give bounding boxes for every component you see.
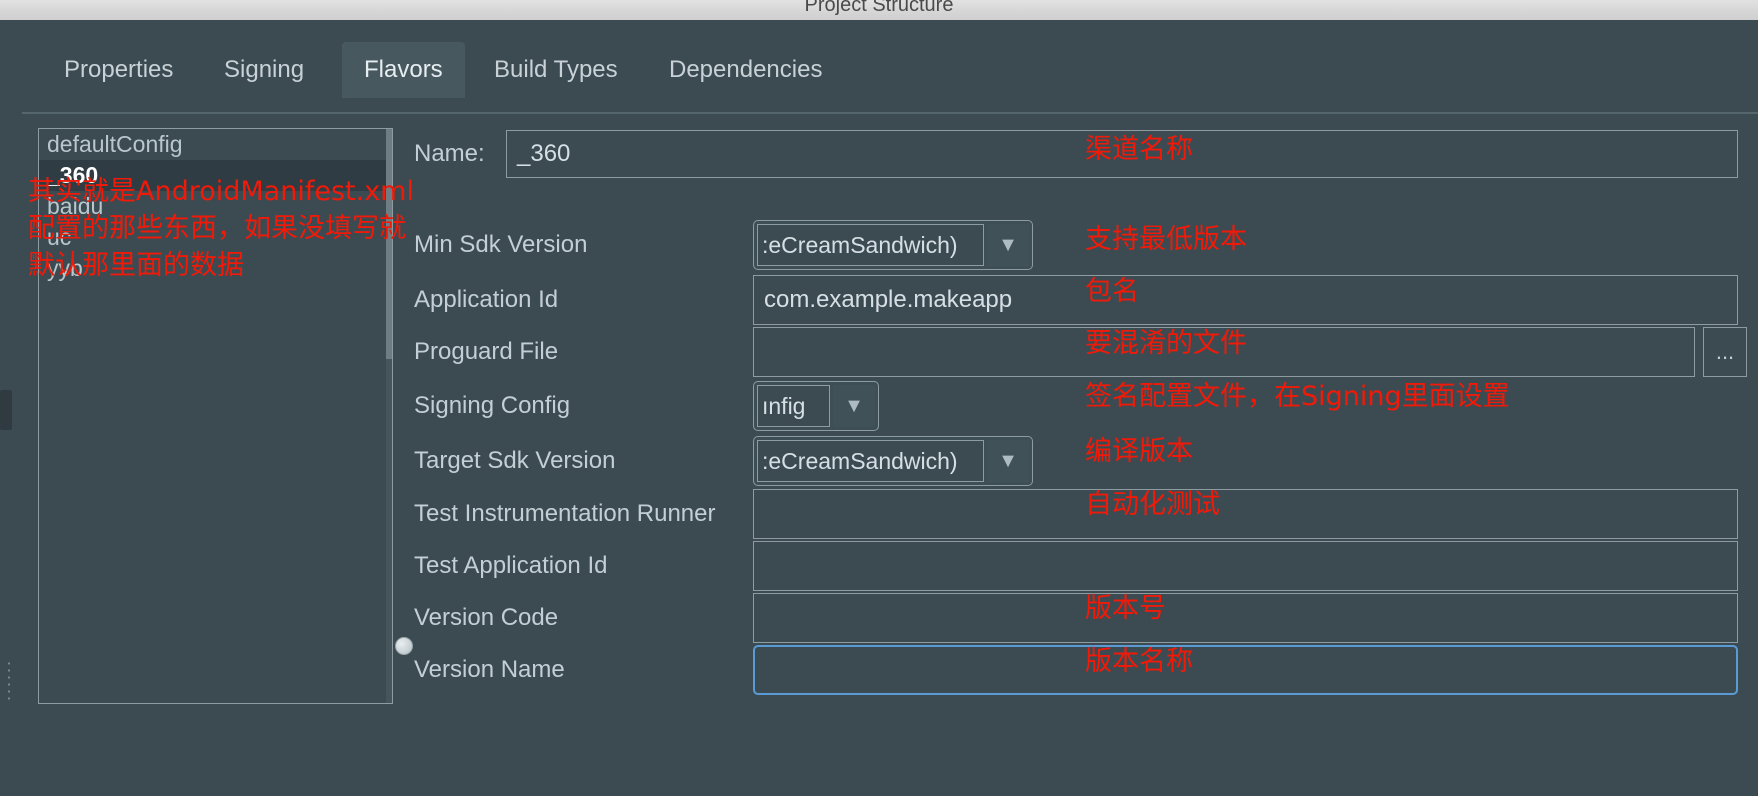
- dialog-body: Properties Signing Flavors Build Types D…: [0, 20, 1758, 776]
- signing-config-label: Signing Config: [414, 380, 570, 432]
- chevron-down-icon[interactable]: ▼: [987, 224, 1029, 266]
- min-sdk-label: Min Sdk Version: [414, 219, 587, 271]
- list-item[interactable]: defaultConfig: [39, 129, 392, 160]
- tab-bar: Properties Signing Flavors Build Types D…: [22, 42, 1758, 112]
- row-application-id: Application Id com.example.makeapp: [408, 274, 1748, 326]
- proguard-browse-button[interactable]: ...: [1703, 327, 1747, 377]
- row-signing-config: Signing Config ınfig ▼: [408, 380, 1748, 432]
- test-application-id-label: Test Application Id: [414, 540, 607, 592]
- annotation-signing-config: 签名配置文件，在Signing里面设置: [1085, 380, 1510, 414]
- tab-build-types[interactable]: Build Types: [472, 42, 640, 98]
- annotation-proguard-file: 要混淆的文件: [1085, 327, 1247, 361]
- chevron-down-icon[interactable]: ▼: [833, 385, 875, 427]
- annotation-test-runner: 自动化测试: [1085, 488, 1220, 522]
- annotation-version-name: 版本名称: [1085, 645, 1193, 679]
- row-name: Name: _360: [408, 128, 1748, 180]
- annotation-min-sdk: 支持最低版本: [1085, 223, 1247, 257]
- row-target-sdk: Target Sdk Version :eCreamSandwich) ▼: [408, 435, 1748, 487]
- row-test-runner: Test Instrumentation Runner: [408, 488, 1748, 540]
- row-proguard-file: Proguard File ...: [408, 326, 1748, 378]
- annotation-application-id: 包名: [1085, 275, 1139, 309]
- flavor-form: Name: _360 Min Sdk Version :eCreamSandwi…: [408, 128, 1748, 796]
- annotation-name: 渠道名称: [1085, 133, 1193, 167]
- tab-signing[interactable]: Signing: [202, 42, 326, 98]
- bottom-strip: [0, 768, 1758, 776]
- window-left-edge: [0, 20, 20, 776]
- tab-flavors[interactable]: Flavors: [342, 42, 465, 98]
- row-min-sdk: Min Sdk Version :eCreamSandwich) ▼: [408, 219, 1748, 271]
- target-sdk-combobox[interactable]: :eCreamSandwich) ▼: [753, 436, 1033, 486]
- signing-config-value[interactable]: ınfig: [757, 385, 830, 427]
- row-test-application-id: Test Application Id: [408, 540, 1748, 592]
- tab-underline: [22, 112, 1758, 114]
- window-title: Project Structure: [0, 0, 1758, 17]
- signing-config-combobox[interactable]: ınfig ▼: [753, 381, 879, 431]
- annotation-target-sdk: 编译版本: [1085, 435, 1193, 469]
- edge-notch: [0, 390, 12, 430]
- version-code-label: Version Code: [414, 592, 558, 644]
- name-label: Name:: [414, 128, 485, 180]
- drag-dots-handle[interactable]: [7, 660, 11, 700]
- test-runner-label: Test Instrumentation Runner: [414, 488, 716, 540]
- row-version-code: Version Code: [408, 592, 1748, 644]
- test-application-id-input[interactable]: [753, 541, 1738, 591]
- target-sdk-label: Target Sdk Version: [414, 435, 615, 487]
- version-name-input[interactable]: [753, 645, 1738, 695]
- chevron-down-icon[interactable]: ▼: [987, 440, 1029, 482]
- annotation-left-line3: 默认那里面的数据: [28, 247, 244, 284]
- annotation-version-code: 版本号: [1085, 592, 1166, 626]
- tab-dependencies[interactable]: Dependencies: [647, 42, 844, 98]
- annotation-left-line1: 其实就是AndroidManifest.xml: [28, 173, 414, 210]
- project-structure-dialog: Project Structure Properties Signing Fla…: [0, 0, 1758, 776]
- min-sdk-combobox[interactable]: :eCreamSandwich) ▼: [753, 220, 1033, 270]
- window-titlebar: Project Structure: [0, 0, 1758, 21]
- annotation-left-line2: 配置的那些东西，如果没填写就: [28, 210, 406, 247]
- target-sdk-value[interactable]: :eCreamSandwich): [757, 440, 984, 482]
- tab-properties[interactable]: Properties: [42, 42, 195, 98]
- version-code-input[interactable]: [753, 593, 1738, 643]
- version-name-label: Version Name: [414, 644, 565, 696]
- application-id-label: Application Id: [414, 274, 558, 326]
- proguard-file-label: Proguard File: [414, 326, 558, 378]
- application-id-input[interactable]: com.example.makeapp: [753, 275, 1738, 325]
- row-version-name: Version Name: [408, 644, 1748, 696]
- min-sdk-value[interactable]: :eCreamSandwich): [757, 224, 984, 266]
- test-runner-input[interactable]: [753, 489, 1738, 539]
